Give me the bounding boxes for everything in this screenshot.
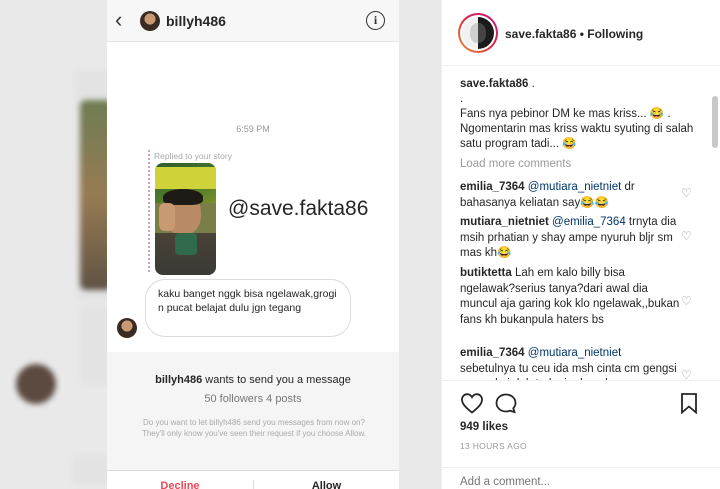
author-line: save.fakta86 • Following — [505, 27, 643, 41]
heart-icon[interactable] — [460, 392, 484, 414]
dm-user-avatar — [140, 11, 160, 31]
story-reply-line — [148, 150, 150, 272]
post-details-panel: save.fakta86 • Following save.fakta86 . … — [441, 0, 720, 489]
comment-username[interactable]: mutiara_nietniet — [460, 216, 549, 228]
comment-item: emilia_7364 @mutiara_nietniet dr bahasan… — [460, 181, 635, 209]
post-caption: save.fakta86 . . Fans nya pebinor DM ke … — [460, 78, 694, 150]
likes-count[interactable]: 949 likes — [460, 421, 508, 433]
comment-username[interactable]: butiktetta — [460, 267, 512, 279]
comment-mention[interactable]: @mutiara_nietniet — [528, 181, 622, 193]
decline-button: Decline — [160, 480, 200, 489]
allow-button: Allow — [253, 480, 399, 489]
like-comment-heart-icon[interactable]: ♡ — [681, 369, 693, 380]
message-avatar — [117, 318, 137, 338]
post-header: save.fakta86 • Following — [442, 0, 720, 66]
instagram-post-view: ‹ billyh486 i 6:59 PM Replied to your st… — [0, 0, 720, 489]
comments-list[interactable]: save.fakta86 . . Fans nya pebinor DM ke … — [442, 66, 720, 380]
comment-username[interactable]: emilia_7364 — [460, 181, 525, 193]
comment-item: butiktetta Lah em kalo billy bisa ngelaw… — [460, 267, 680, 326]
request-buttons: Decline Allow — [107, 470, 399, 489]
comment-mention[interactable]: @mutiara_nietniet — [528, 347, 622, 359]
comment-item: mutiara_nietniet @emilia_7364 trnyta dia… — [460, 216, 677, 259]
dm-timestamp: 6:59 PM — [236, 124, 270, 134]
like-comment-heart-icon[interactable]: ♡ — [681, 187, 693, 199]
comment-icon[interactable] — [494, 392, 518, 414]
author-username[interactable]: save.fakta86 — [505, 27, 576, 41]
caption-username[interactable]: save.fakta86 — [460, 78, 528, 90]
load-more-comments-link[interactable]: Load more comments — [460, 158, 571, 170]
message-request-panel: billyh486 wants to send you a message 50… — [107, 352, 399, 489]
blurred-footer — [72, 455, 112, 485]
dm-username: billyh486 — [166, 13, 226, 29]
comments-scrollbar[interactable] — [712, 96, 718, 148]
replied-label: Replied to your story — [154, 151, 232, 161]
like-comment-heart-icon[interactable]: ♡ — [681, 295, 693, 307]
post-timestamp: 13 HOURS AGO — [460, 441, 527, 451]
comment-mention[interactable]: @emilia_7364 — [552, 216, 626, 228]
author-avatar[interactable] — [458, 13, 498, 53]
request-description: Do you want to let billyh486 send you me… — [141, 418, 367, 438]
request-stats: 50 followers 4 posts — [204, 393, 302, 405]
post-image: ‹ billyh486 i 6:59 PM Replied to your st… — [0, 0, 441, 489]
add-comment-input[interactable] — [460, 476, 700, 488]
story-thumbnail — [155, 163, 216, 275]
comment-username[interactable]: emilia_7364 — [460, 347, 525, 359]
blurred-avatar — [16, 364, 56, 404]
comment-item: emilia_7364 @mutiara_nietniet sebetulnya… — [460, 347, 677, 380]
separator-dot: • — [576, 27, 588, 41]
dm-header: ‹ billyh486 i — [107, 0, 399, 42]
info-icon: i — [366, 11, 385, 30]
add-comment-bar — [442, 467, 720, 489]
back-arrow-icon: ‹ — [115, 7, 123, 32]
bookmark-icon[interactable] — [679, 392, 699, 414]
like-comment-heart-icon[interactable]: ♡ — [681, 230, 693, 242]
story-mention: @save.fakta86 — [228, 197, 369, 220]
request-title: billyh486 wants to send you a message — [155, 374, 351, 386]
dm-screenshot: ‹ billyh486 i 6:59 PM Replied to your st… — [107, 0, 399, 489]
following-button[interactable]: Following — [587, 27, 643, 41]
message-bubble: kaku banget nggk bisa ngelawak,grogi n p… — [145, 279, 351, 337]
post-actions: 949 likes 13 HOURS AGO — [442, 380, 720, 489]
